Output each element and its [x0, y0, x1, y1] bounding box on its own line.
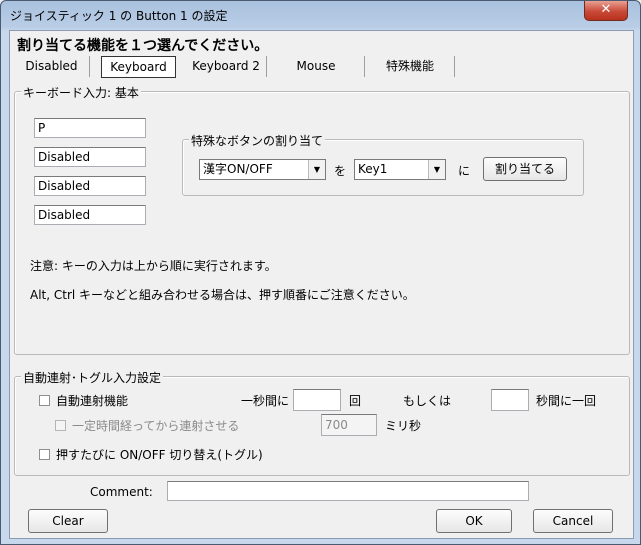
auto-fire-checkbox[interactable] [39, 395, 50, 406]
clear-button[interactable]: Clear [28, 509, 108, 533]
tab-mouse[interactable]: Mouse [268, 56, 365, 77]
toggle-checkbox[interactable] [39, 449, 50, 460]
assign-button[interactable]: 割り当てる [483, 157, 567, 181]
chevron-down-icon[interactable]: ▼ [308, 160, 325, 179]
ms-label: ミリ秒 [385, 419, 422, 433]
delay-ms-input[interactable]: 700 [321, 414, 377, 436]
delay-checkbox[interactable] [55, 420, 66, 431]
target-key-value: Key1 [358, 162, 388, 176]
page-title: 割り当てる機能を１つ選んでください。 [17, 38, 269, 54]
auto-group-title: 自動連射･トグル入力設定 [21, 369, 164, 386]
comment-label: Comment: [90, 485, 153, 499]
tab-keyboard[interactable]: Keyboard [101, 56, 176, 78]
times-per-second-input[interactable] [293, 389, 341, 411]
toggle-label: 押すたびに ON/OFF 切り替え(トグル) [56, 448, 263, 462]
special-key-select[interactable]: 漢字ON/OFF ▼ [199, 159, 326, 180]
dialog-content: 割り当てる機能を１つ選んでください。 Disabled Keyboard Key… [9, 30, 634, 539]
key-field-2[interactable]: Disabled [34, 147, 146, 167]
comment-input[interactable] [167, 481, 529, 501]
tab-disabled[interactable]: Disabled [14, 56, 90, 77]
close-button[interactable]: ✕ [584, 1, 628, 21]
times-label: 回 [349, 394, 362, 408]
or-label: もしくは [403, 394, 452, 408]
dialog-window: ジョイスティック 1 の Button 1 の設定 ✕ 割り当てる機能を１つ選ん… [0, 0, 641, 545]
special-key-value: 漢字ON/OFF [203, 162, 273, 176]
keyboard-input-group: キーボード入力: 基本 P Disabled Disabled Disabled… [14, 84, 630, 355]
per-second-label: 一秒間に [241, 394, 290, 408]
auto-fire-toggle-group: 自動連射･トグル入力設定 自動連射機能 一秒間に 回 もしくは 秒間に一回 一定… [14, 369, 630, 476]
title-bar[interactable]: ジョイスティック 1 の Button 1 の設定 ✕ [1, 1, 640, 29]
cancel-button[interactable]: Cancel [533, 509, 613, 533]
delay-label: 一定時間経ってから連射させる [72, 419, 240, 433]
ok-button[interactable]: OK [436, 509, 512, 533]
window-title: ジョイスティック 1 の Button 1 の設定 [10, 9, 228, 23]
seconds-once-label: 秒間に一回 [536, 394, 597, 408]
note-modifier: Alt, Ctrl キーなどと組み合わせる場合は、押す順番にご注意ください。 [30, 288, 415, 302]
keyboard-group-title: キーボード入力: 基本 [21, 84, 141, 101]
close-icon: ✕ [600, 2, 612, 17]
special-button-group: 特殊なボタンの割り当て 漢字ON/OFF ▼ を Key1 ▼ に 割り当てる [182, 132, 584, 196]
tab-keyboard-2[interactable]: Keyboard 2 [186, 56, 267, 77]
tab-special-functions[interactable]: 特殊機能 [366, 56, 455, 77]
seconds-interval-input[interactable] [491, 389, 529, 411]
key-field-1[interactable]: P [34, 118, 146, 138]
ni-label: に [458, 164, 471, 178]
key-field-4[interactable]: Disabled [34, 205, 146, 225]
key-field-3[interactable]: Disabled [34, 176, 146, 196]
chevron-down-icon[interactable]: ▼ [428, 160, 445, 179]
auto-fire-label: 自動連射機能 [56, 394, 129, 408]
note-order: 注意: キーの入力は上から順に実行されます。 [30, 259, 277, 273]
wo-label: を [334, 164, 347, 178]
target-key-select[interactable]: Key1 ▼ [354, 159, 446, 180]
special-group-title: 特殊なボタンの割り当て [189, 132, 326, 149]
